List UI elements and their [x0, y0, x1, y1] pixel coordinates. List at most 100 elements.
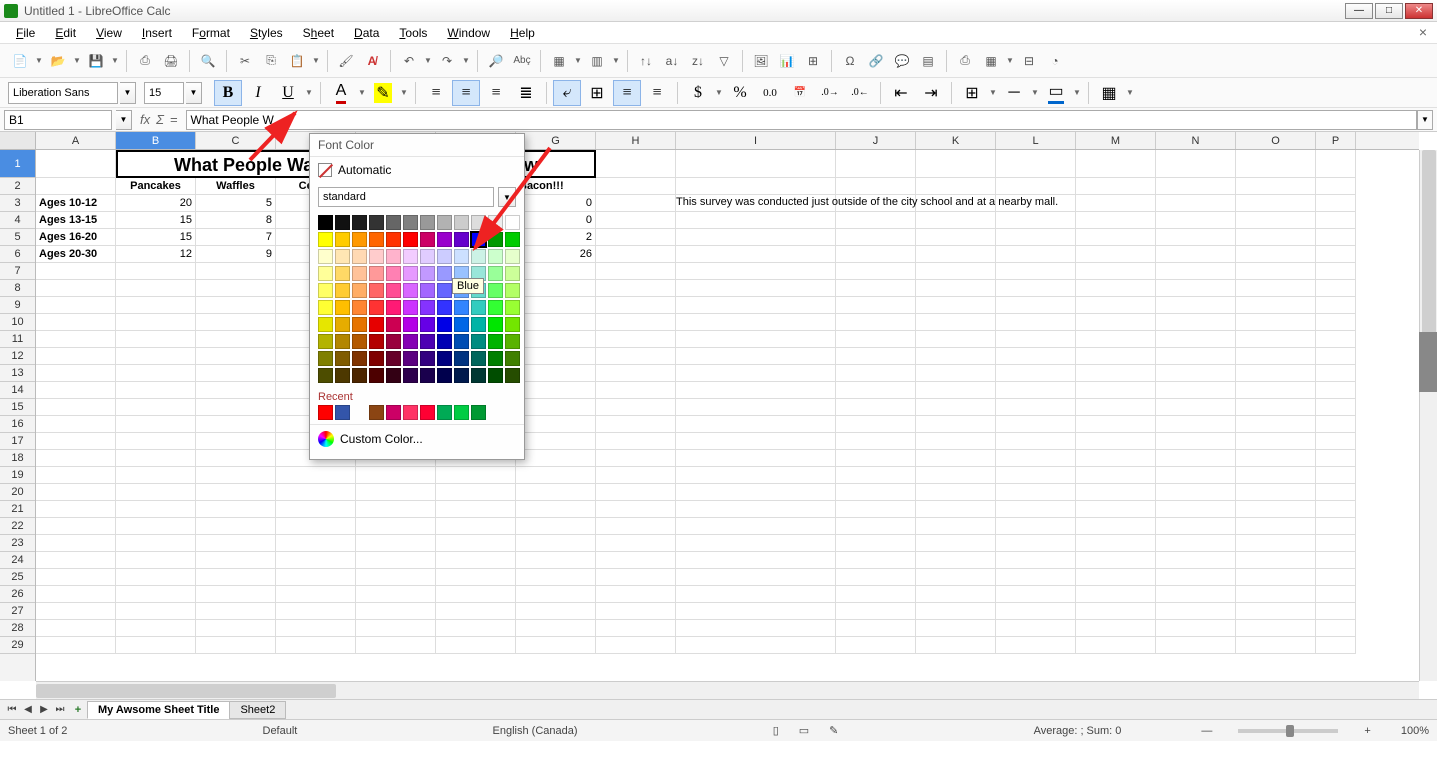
cell-I7[interactable] — [676, 263, 836, 280]
cell-G12[interactable] — [516, 348, 596, 365]
name-box[interactable]: B1 — [4, 110, 112, 130]
color-swatch[interactable] — [318, 300, 333, 315]
cell-N9[interactable] — [1156, 297, 1236, 314]
split-button[interactable]: ⊟ — [1017, 49, 1041, 73]
color-swatch[interactable] — [454, 249, 469, 264]
row-header-29[interactable]: 29 — [0, 637, 35, 654]
cell-L15[interactable] — [996, 399, 1076, 416]
cell-K21[interactable] — [916, 501, 996, 518]
row-header-5[interactable]: 5 — [0, 229, 35, 246]
color-swatch[interactable] — [335, 249, 350, 264]
cell-O23[interactable] — [1236, 535, 1316, 552]
cell-P29[interactable] — [1316, 637, 1356, 654]
color-set-dropdown[interactable]: ▼ — [498, 187, 516, 207]
cell-B29[interactable] — [116, 637, 196, 654]
row-header-6[interactable]: 6 — [0, 246, 35, 263]
row-headers[interactable]: 1234567891011121314151617181920212223242… — [0, 150, 36, 681]
cell-G22[interactable] — [516, 518, 596, 535]
cell-J10[interactable] — [836, 314, 916, 331]
cell-P19[interactable] — [1316, 467, 1356, 484]
col-header-L[interactable]: L — [996, 132, 1076, 149]
cell-P13[interactable] — [1316, 365, 1356, 382]
cell-H25[interactable] — [596, 569, 676, 586]
maximize-button[interactable]: □ — [1375, 3, 1403, 19]
cell-O2[interactable] — [1236, 178, 1316, 195]
cell-O24[interactable] — [1236, 552, 1316, 569]
recent-swatch[interactable] — [454, 405, 469, 420]
cell-M1[interactable] — [1076, 150, 1156, 178]
cell-M28[interactable] — [1076, 620, 1156, 637]
row-header-1[interactable]: 1 — [0, 150, 35, 178]
cell-K18[interactable] — [916, 450, 996, 467]
zoom-slider[interactable] — [1238, 729, 1338, 733]
cell-E22[interactable] — [356, 518, 436, 535]
color-swatch[interactable] — [335, 300, 350, 315]
cell-I29[interactable] — [676, 637, 836, 654]
color-swatch[interactable] — [488, 249, 503, 264]
cell-O25[interactable] — [1236, 569, 1316, 586]
cell-P2[interactable] — [1316, 178, 1356, 195]
cell-D24[interactable] — [276, 552, 356, 569]
color-swatch[interactable] — [403, 368, 418, 383]
cell-area[interactable]: What People Want for Breakfast Tomorrow … — [36, 150, 1419, 681]
cell-P4[interactable] — [1316, 212, 1356, 229]
color-swatch[interactable] — [335, 215, 350, 230]
color-swatch[interactable] — [471, 249, 486, 264]
cell-I26[interactable] — [676, 586, 836, 603]
cell-H1[interactable] — [596, 150, 676, 178]
cell-A14[interactable] — [36, 382, 116, 399]
cell-K16[interactable] — [916, 416, 996, 433]
color-swatch[interactable] — [403, 351, 418, 366]
col-header-P[interactable]: P — [1316, 132, 1356, 149]
col-header-A[interactable]: A — [36, 132, 116, 149]
cell-J12[interactable] — [836, 348, 916, 365]
cell-K23[interactable] — [916, 535, 996, 552]
color-swatch[interactable] — [420, 368, 435, 383]
cell-J18[interactable] — [836, 450, 916, 467]
cell-J4[interactable] — [836, 212, 916, 229]
color-swatch[interactable] — [505, 249, 520, 264]
row-button[interactable]: ▦ — [547, 49, 571, 73]
cell-G4[interactable]: 0 — [516, 212, 596, 229]
cell-K9[interactable] — [916, 297, 996, 314]
recent-swatch[interactable] — [369, 405, 384, 420]
color-swatch[interactable] — [420, 266, 435, 281]
cell-A22[interactable] — [36, 518, 116, 535]
cell-G13[interactable] — [516, 365, 596, 382]
recent-swatch[interactable] — [420, 405, 435, 420]
cell-E29[interactable] — [356, 637, 436, 654]
cell-P21[interactable] — [1316, 501, 1356, 518]
color-swatch[interactable] — [505, 351, 520, 366]
col-header-K[interactable]: K — [916, 132, 996, 149]
cell-C21[interactable] — [196, 501, 276, 518]
cell-N15[interactable] — [1156, 399, 1236, 416]
row-header-26[interactable]: 26 — [0, 586, 35, 603]
cell-P22[interactable] — [1316, 518, 1356, 535]
freeze-button[interactable]: ▦ — [979, 49, 1003, 73]
cell-L12[interactable] — [996, 348, 1076, 365]
cell-I27[interactable] — [676, 603, 836, 620]
cell-F21[interactable] — [436, 501, 516, 518]
color-swatch[interactable] — [318, 317, 333, 332]
cell-O11[interactable] — [1236, 331, 1316, 348]
cell-I28[interactable] — [676, 620, 836, 637]
cell-O14[interactable] — [1236, 382, 1316, 399]
cell-H8[interactable] — [596, 280, 676, 297]
cell-C26[interactable] — [196, 586, 276, 603]
cell-K29[interactable] — [916, 637, 996, 654]
cell-G2[interactable]: Bacon!!! — [516, 178, 596, 195]
borders-button[interactable]: ⊞ — [958, 80, 986, 106]
sort-asc-button[interactable]: ↑↓ — [634, 49, 658, 73]
row-header-3[interactable]: 3 — [0, 195, 35, 212]
sheet-tab-2[interactable]: Sheet2 — [229, 701, 286, 719]
color-swatch[interactable] — [403, 334, 418, 349]
cell-C29[interactable] — [196, 637, 276, 654]
cell-K27[interactable] — [916, 603, 996, 620]
export-pdf-button[interactable]: ⎙ — [133, 49, 157, 73]
close-button[interactable]: ✕ — [1405, 3, 1433, 19]
cell-M26[interactable] — [1076, 586, 1156, 603]
cell-P26[interactable] — [1316, 586, 1356, 603]
cell-E28[interactable] — [356, 620, 436, 637]
cell-D28[interactable] — [276, 620, 356, 637]
cell-M22[interactable] — [1076, 518, 1156, 535]
